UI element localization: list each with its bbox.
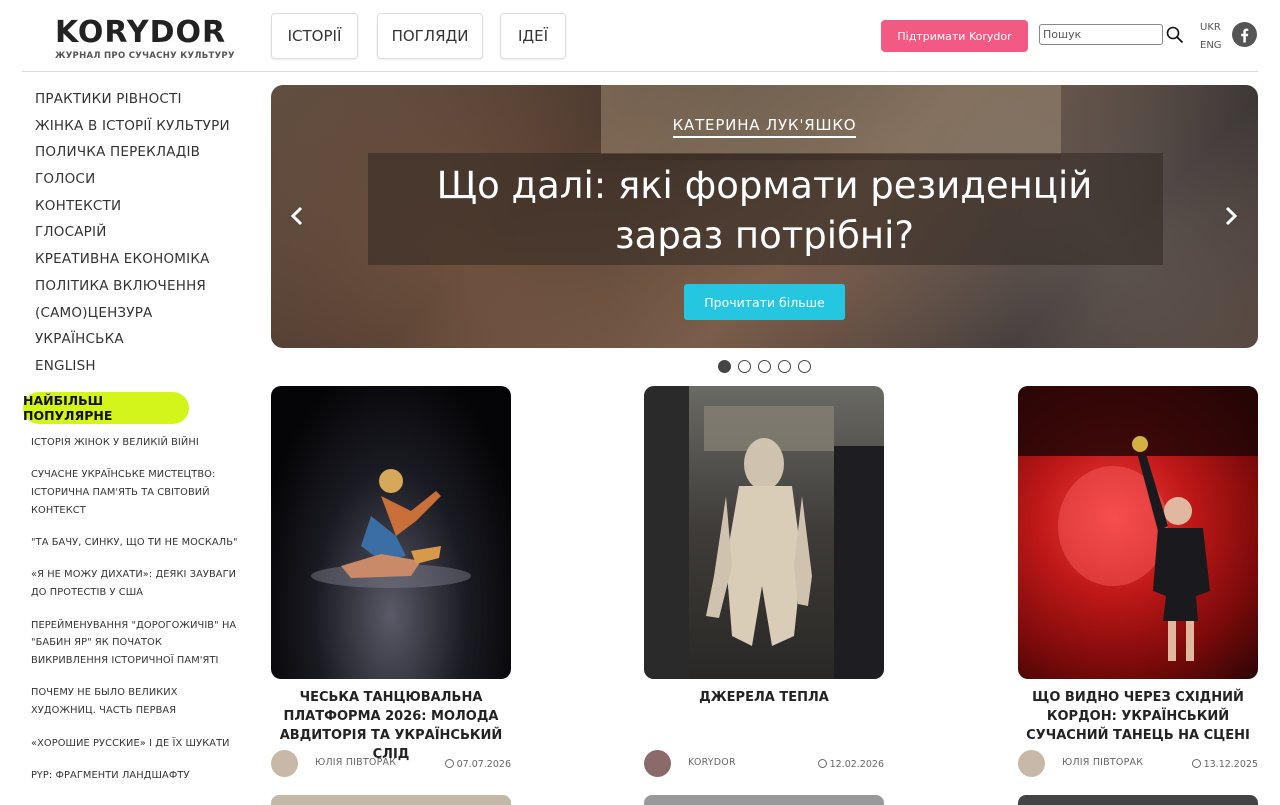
- slider-dot[interactable]: [758, 360, 771, 373]
- category-menu: ПРАКТИКИ РІВНОСТІ ЖІНКА В ІСТОРІЇ КУЛЬТУ…: [35, 86, 255, 380]
- popular-item[interactable]: "ТА БАЧУ, СИНКУ, ЩО ТИ НЕ МОСКАЛЬ": [31, 534, 241, 552]
- dancers-illustration: [311, 469, 471, 588]
- popular-list: ІСТОРІЯ ЖІНОК У ВЕЛИКІЙ ВІЙНІ СУЧАСНЕ УК…: [31, 434, 241, 799]
- slider-dot[interactable]: [738, 360, 751, 373]
- article-image-sculpture[interactable]: [644, 386, 884, 679]
- article-image-dance[interactable]: [271, 386, 511, 679]
- avatar[interactable]: [644, 750, 671, 777]
- sidebar-item-contexts[interactable]: КОНТЕКСТИ: [35, 193, 255, 220]
- clock-icon: [444, 759, 454, 768]
- tab-views[interactable]: ПОГЛЯДИ: [377, 13, 483, 59]
- article-date-text: 13.12.2025: [1203, 759, 1258, 770]
- avatar[interactable]: [271, 750, 298, 777]
- sidebar-item-women-history[interactable]: ЖІНКА В ІСТОРІЇ КУЛЬТУРИ: [35, 113, 255, 140]
- sidebar-item-inclusion[interactable]: ПОЛІТИКА ВКЛЮЧЕННЯ: [35, 273, 255, 300]
- popular-item[interactable]: ПОЧЕМУ НЕ БЫЛО ВЕЛИКИХ ХУДОЖНИЦ. ЧАСТЬ П…: [31, 684, 241, 720]
- site-header: KORYDOR ЖУРНАЛ ПРО СУЧАСНУ КУЛЬТУРУ ІСТО…: [0, 0, 1280, 72]
- sidebar-item-english[interactable]: ENGLISH: [35, 353, 255, 380]
- popular-item[interactable]: PYP: ФРАГМЕНТИ ЛАНДШАФТУ: [31, 767, 241, 785]
- next-card-image[interactable]: [644, 795, 884, 805]
- header-divider: [22, 71, 1258, 72]
- article-card[interactable]: ЧЕСЬКА ТАНЦЮВАЛЬНА ПЛАТФОРМА 2026: МОЛОД…: [271, 386, 511, 777]
- avatar[interactable]: [1018, 750, 1045, 777]
- hero-title[interactable]: Що далі: які формати резиденцій зараз по…: [381, 161, 1148, 261]
- article-date: 13.12.2025: [1191, 759, 1258, 770]
- article-title[interactable]: ЩО ВИДНО ЧЕРЕЗ СХІДНИЙ КОРДОН: УКРАЇНСЬК…: [1008, 688, 1268, 745]
- logo-tagline: ЖУРНАЛ ПРО СУЧАСНУ КУЛЬТУРУ: [55, 51, 235, 61]
- popular-heading: НАЙБІЛЬШ ПОПУЛЯРНЕ: [23, 392, 189, 424]
- sidebar-item-equality[interactable]: ПРАКТИКИ РІВНОСТІ: [35, 86, 255, 113]
- lang-ukr[interactable]: UKR: [1200, 22, 1221, 33]
- performer-illustration: [1018, 386, 1258, 661]
- article-meta: ЮЛІЯ ПІВТОРАК 13.12.2025: [1018, 750, 1258, 778]
- logo-wordmark: KORYDOR: [55, 15, 227, 50]
- popular-item[interactable]: «Я НЕ МОЖУ ДИХАТИ»: ДЕЯКІ ЗАУВАГИ ДО ПРО…: [31, 566, 241, 602]
- next-card-image[interactable]: [271, 795, 511, 805]
- clock-icon: [817, 759, 827, 768]
- lang-eng[interactable]: ENG: [1200, 40, 1222, 51]
- popular-item[interactable]: ІСТОРІЯ ЖІНОК У ВЕЛИКІЙ ВІЙНІ: [31, 434, 241, 452]
- support-button[interactable]: Підтримати Korydor: [881, 20, 1028, 52]
- sidebar-item-ukrainian[interactable]: УКРАЇНСЬКА: [35, 326, 255, 353]
- tab-stories[interactable]: ІСТОРІЇ: [271, 13, 358, 59]
- sculpture-illustration: [644, 386, 884, 679]
- slider-dot[interactable]: [778, 360, 791, 373]
- article-meta: ЮЛІЯ ПІВТОРАК 07.07.2026: [271, 750, 511, 778]
- popular-item[interactable]: СУЧАСНЕ УКРАЇНСЬКЕ МИСТЕЦТВО: ІСТОРИЧНА …: [31, 466, 241, 519]
- article-title[interactable]: ДЖЕРЕЛА ТЕПЛА: [634, 688, 894, 707]
- sidebar-item-glossary[interactable]: ГЛОСАРІЙ: [35, 219, 255, 246]
- sidebar-item-voices[interactable]: ГОЛОСИ: [35, 166, 255, 193]
- facebook-icon[interactable]: [1232, 22, 1257, 47]
- popular-item[interactable]: «ХОРОШИЕ РУССКИЕ» І ДЕ ЇХ ШУКАТИ: [31, 735, 241, 753]
- article-author[interactable]: ЮЛІЯ ПІВТОРАК: [315, 757, 396, 768]
- hero-author[interactable]: КАТЕРИНА ЛУК'ЯШКО: [672, 116, 857, 138]
- korydor-logo[interactable]: KORYDOR ЖУРНАЛ ПРО СУЧАСНУ КУЛЬТУРУ: [55, 15, 235, 62]
- search-icon[interactable]: [1166, 26, 1184, 44]
- search-input[interactable]: [1039, 24, 1163, 45]
- chevron-right-icon[interactable]: [1223, 205, 1239, 227]
- article-meta: KORYDOR 12.02.2026: [644, 750, 884, 778]
- sidebar-item-censorship[interactable]: (САМО)ЦЕНЗУРА: [35, 300, 255, 327]
- slider-dot[interactable]: [718, 360, 731, 373]
- read-more-button[interactable]: Прочитати більше: [684, 284, 845, 320]
- slider-dot[interactable]: [798, 360, 811, 373]
- article-date: 07.07.2026: [444, 759, 511, 770]
- popular-item[interactable]: ПЕРЕЙМЕНУВАННЯ "ДОРОГОЖИЧІВ" НА "БАБИН Я…: [31, 617, 241, 670]
- article-date-text: 07.07.2026: [456, 759, 511, 770]
- tab-ideas[interactable]: ІДЕЇ: [500, 13, 566, 59]
- hero-slider[interactable]: КАТЕРИНА ЛУК'ЯШКО Що далі: які формати р…: [271, 85, 1258, 348]
- article-image-stage[interactable]: [1018, 386, 1258, 679]
- chevron-left-icon[interactable]: [289, 205, 305, 227]
- sidebar-item-creative-economy[interactable]: КРЕАТИВНА ЕКОНОМІКА: [35, 246, 255, 273]
- article-card[interactable]: ЩО ВИДНО ЧЕРЕЗ СХІДНИЙ КОРДОН: УКРАЇНСЬК…: [1018, 386, 1258, 777]
- article-author[interactable]: KORYDOR: [688, 757, 736, 768]
- article-card[interactable]: ДЖЕРЕЛА ТЕПЛА KORYDOR 12.02.2026: [644, 386, 884, 777]
- article-author[interactable]: ЮЛІЯ ПІВТОРАК: [1062, 757, 1143, 768]
- sidebar-item-translations[interactable]: ПОЛИЧКА ПЕРЕКЛАДІВ: [35, 139, 255, 166]
- slider-dots: [718, 360, 811, 373]
- clock-icon: [1191, 759, 1201, 768]
- article-date: 12.02.2026: [817, 759, 884, 770]
- article-date-text: 12.02.2026: [829, 759, 884, 770]
- next-card-image[interactable]: [1018, 795, 1258, 805]
